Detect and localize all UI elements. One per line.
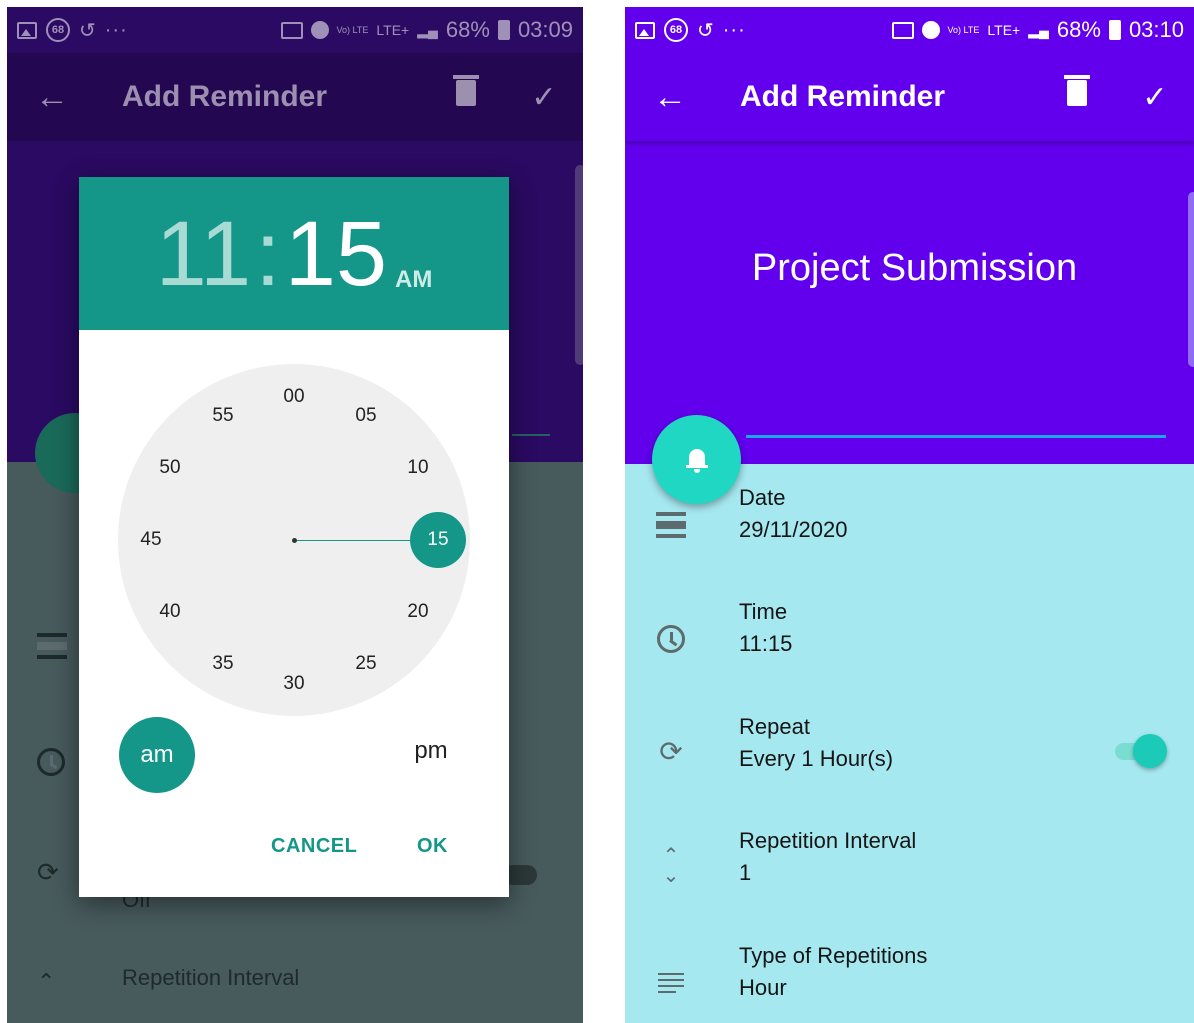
- dial-number[interactable]: 10: [393, 453, 443, 483]
- page-title: Add Reminder: [122, 80, 328, 113]
- left-screen: 68 ↺ ··· Vo) LTE LTE+ ▂▄ 68% 03:09 ← Add…: [7, 7, 583, 1023]
- title-underline: [512, 434, 550, 436]
- back-arrow-icon[interactable]: ←: [625, 78, 715, 117]
- selected-minute[interactable]: 15: [410, 512, 466, 568]
- alarm-icon: [921, 21, 940, 39]
- cancel-button[interactable]: CANCEL: [271, 835, 357, 858]
- more-notifications-icon: ···: [104, 18, 128, 41]
- dial-number[interactable]: 40: [145, 597, 195, 627]
- status-clock: 03:10: [1128, 17, 1184, 42]
- reminder-title-input[interactable]: Project Submission: [625, 247, 1194, 290]
- repetition-interval-value: 1: [739, 860, 752, 885]
- time-row[interactable]: Time 11:15: [625, 599, 1194, 689]
- time-display: 11 : 15 AM: [79, 177, 509, 330]
- app-bar: ← Add Reminder ✓: [7, 53, 583, 141]
- more-notifications-icon: ···: [722, 18, 746, 41]
- save-check-icon[interactable]: ✓: [505, 80, 583, 115]
- repetition-interval-label: Repetition Interval: [122, 965, 300, 990]
- gallery-icon: [635, 21, 655, 39]
- time-separator: :: [255, 203, 281, 305]
- status-bar: 68 ↺ ··· Vo) LTE LTE+ ▂▄ 68% 03:09: [7, 7, 583, 53]
- ok-button[interactable]: OK: [417, 835, 448, 858]
- calendar-icon: [37, 629, 67, 660]
- right-screen: 68 ↺ ··· Vo) LTE LTE+ ▂▄ 68% 03:10 ← Add…: [625, 7, 1194, 1023]
- clock-icon: [37, 745, 65, 777]
- bell-icon: [683, 447, 711, 473]
- repeat-label: Repeat: [739, 714, 810, 739]
- battery-icon: [1108, 20, 1121, 40]
- repetition-interval-label: Repetition Interval: [739, 828, 917, 853]
- battery-icon: [497, 20, 510, 40]
- clock-hand: [295, 540, 410, 541]
- repetition-interval-row[interactable]: ⌃ ⌄ Repetition Interval 1: [625, 828, 1194, 918]
- alarm-fab[interactable]: [652, 415, 741, 504]
- unfold-icon: ⌃: [37, 969, 56, 994]
- repeat-row[interactable]: ⟳ Repeat Every 1 Hour(s): [625, 714, 1194, 804]
- calendar-icon: [651, 503, 691, 543]
- dial-number[interactable]: 25: [341, 649, 391, 679]
- minute-display[interactable]: 15: [285, 208, 387, 300]
- pm-button[interactable]: pm: [393, 737, 469, 777]
- subject-icon: [651, 961, 691, 1001]
- signal-icon: ▂▄: [1028, 21, 1049, 38]
- dial-number[interactable]: 20: [393, 597, 443, 627]
- clock-icon: [651, 617, 691, 657]
- dial-number[interactable]: 50: [145, 453, 195, 483]
- battery-percent: 68%: [445, 17, 490, 42]
- repeat-value: Every 1 Hour(s): [739, 746, 894, 771]
- time-label: Time: [739, 599, 788, 624]
- am-button[interactable]: am: [119, 717, 195, 793]
- toggle-thumb: [1133, 734, 1167, 768]
- signal-icon: ▂▄: [417, 21, 438, 38]
- alarm-icon: [310, 21, 329, 39]
- date-value: 29/11/2020: [739, 517, 848, 542]
- dial-number[interactable]: 05: [341, 401, 391, 431]
- history-icon: ↺: [79, 19, 96, 42]
- minute-dial[interactable]: 00 05 10 25 30 20 35 40 45 50 55 15: [118, 364, 470, 716]
- dial-number[interactable]: 45: [126, 525, 176, 555]
- repeat-icon: ⟳: [659, 736, 683, 767]
- save-check-icon[interactable]: ✓: [1116, 80, 1194, 115]
- trash-icon: [1064, 75, 1090, 106]
- trash-icon: [453, 75, 479, 106]
- app-bar: ← Add Reminder ✓: [625, 53, 1194, 141]
- time-value: 11:15: [739, 631, 793, 656]
- title-underline: [746, 435, 1166, 438]
- dial-number[interactable]: 30: [269, 669, 319, 699]
- battery-percent: 68%: [1056, 17, 1101, 42]
- delete-button[interactable]: [427, 75, 505, 114]
- network-type: LTE+: [376, 22, 410, 38]
- gallery-icon: [17, 21, 37, 39]
- date-label: Date: [739, 485, 786, 510]
- notification-badge: 68: [46, 18, 70, 42]
- repeat-icon: ⟳: [37, 857, 59, 887]
- hour-display[interactable]: 11: [156, 208, 252, 300]
- repetition-type-value: Hour: [739, 975, 787, 1000]
- dial-number[interactable]: 35: [198, 649, 248, 679]
- status-clock: 03:09: [517, 17, 573, 42]
- dial-number[interactable]: 55: [198, 401, 248, 431]
- repetition-type-label: Type of Repetitions: [739, 943, 928, 968]
- back-arrow-icon[interactable]: ←: [7, 78, 97, 117]
- cast-icon: [891, 21, 914, 39]
- page-title: Add Reminder: [740, 80, 946, 113]
- unfold-icon: ⌃ ⌄: [662, 845, 680, 887]
- period-display[interactable]: AM: [395, 266, 432, 294]
- volte-indicator: Vo) LTE: [336, 24, 369, 35]
- notification-badge: 68: [664, 18, 688, 42]
- dial-number[interactable]: 00: [269, 382, 319, 412]
- repetition-type-row[interactable]: Type of Repetitions Hour: [625, 943, 1194, 1023]
- clock-center: [292, 538, 297, 543]
- history-icon: ↺: [697, 19, 714, 42]
- scroll-indicator: [575, 165, 583, 365]
- repeat-toggle[interactable]: [1115, 734, 1167, 768]
- delete-button[interactable]: [1038, 75, 1116, 114]
- cast-icon: [280, 21, 303, 39]
- volte-indicator: Vo) LTE: [947, 24, 980, 35]
- time-picker-dialog: 11 : 15 AM 00 05 10 25 30 20 35 40 45 50…: [79, 177, 509, 897]
- network-type: LTE+: [987, 22, 1021, 38]
- status-bar: 68 ↺ ··· Vo) LTE LTE+ ▂▄ 68% 03:10: [625, 7, 1194, 53]
